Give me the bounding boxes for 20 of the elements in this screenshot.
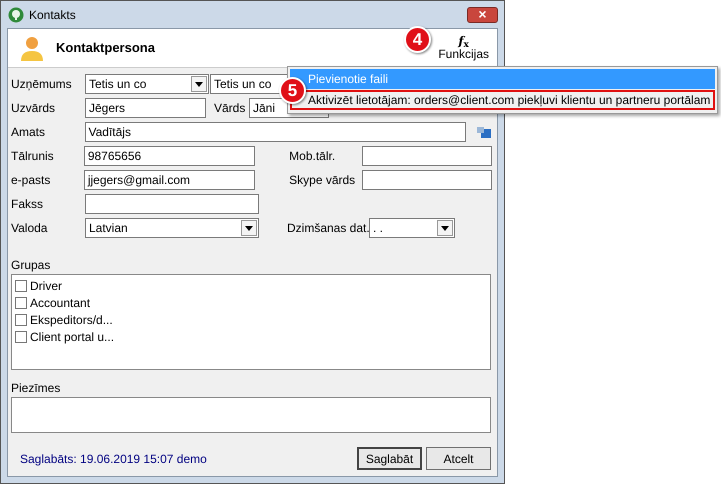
window-title: Kontakts <box>29 6 76 24</box>
header-title: Kontaktpersona <box>56 39 155 58</box>
field-label: Skype vārds <box>289 172 356 189</box>
field-label: Tālrunis <box>11 148 55 165</box>
field-label: Uzņēmums <box>11 76 73 93</box>
field-label: Amats <box>11 124 46 141</box>
field-label: Vārds <box>214 100 246 117</box>
save-status: Saglabāts: 19.06.2019 15:07 demo <box>20 450 207 468</box>
groups-label: Grupas <box>11 257 52 274</box>
checkbox-label: Client portal u... <box>30 328 114 346</box>
checkbox-label: Driver <box>30 278 62 294</box>
field-label: Valoda <box>11 220 48 237</box>
checkbox-label: Accountant <box>30 294 90 312</box>
field-label: Fakss <box>11 196 44 213</box>
field-label: Dzimšanas dat. <box>287 220 369 237</box>
notes-label: Piezīmes <box>11 380 62 397</box>
field-label: e-pasts <box>11 172 52 189</box>
field-label: Uzvārds <box>11 100 56 117</box>
checkbox-label: Ekspeditors/d... <box>30 312 113 328</box>
field-label: Mob.tālr. <box>289 148 336 165</box>
